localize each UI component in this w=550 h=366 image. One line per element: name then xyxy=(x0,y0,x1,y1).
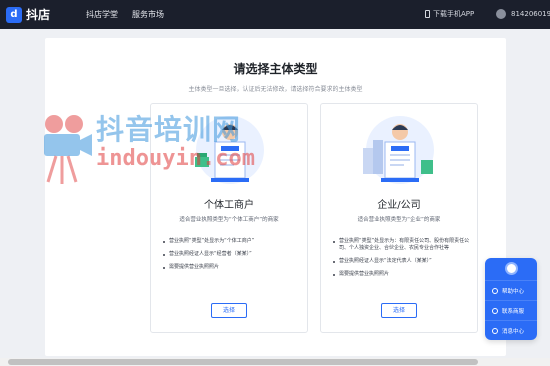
list-item: 营业执照“类型”处显示为：有限责任公司、股份有限责任公司、个人独资企业、合伙企业… xyxy=(333,238,473,252)
page-subtitle: 主体类型一旦选择，认证后无法修改，请选择符合要求的主体类型 xyxy=(188,86,363,93)
mobile-phone-icon xyxy=(425,10,430,18)
chat-icon xyxy=(492,307,498,314)
top-navigation-bar: d 抖店 抖店学堂 服务市场 下载手机APP 814206019 xyxy=(0,0,550,29)
message-center-button[interactable]: 消息中心 xyxy=(485,320,537,340)
avatar-icon xyxy=(496,9,506,19)
list-item: 需要提供营业执照照片 xyxy=(163,264,303,271)
help-panel: 帮助中心 联系商服 消息中心 xyxy=(485,258,537,340)
download-app-link[interactable]: 下载手机APP xyxy=(425,9,474,19)
list-item: 需要提供营业执照照片 xyxy=(333,271,473,278)
support-avatar-icon xyxy=(505,262,518,275)
app-logo[interactable]: d 抖店 xyxy=(6,6,50,23)
requirement-list: 营业执照“类型”处显示为：有限责任公司、股份有限责任公司、个人独资企业、合伙企业… xyxy=(333,238,473,284)
option-individual-business[interactable]: 个体工商户 适合营业执照类型为“个体工商户”的商家 营业执照“类型”处显示为“个… xyxy=(150,103,308,333)
option-description: 适合营业执照类型为“企业”的商家 xyxy=(357,217,441,223)
help-center-button[interactable]: 帮助中心 xyxy=(485,280,537,300)
message-center-label: 消息中心 xyxy=(502,328,525,335)
contact-support-button[interactable]: 联系商服 xyxy=(485,300,537,320)
option-enterprise[interactable]: 企业/公司 适合营业执照类型为“企业”的商家 营业执照“类型”处显示为：有限责任… xyxy=(320,103,478,333)
enterprise-certificate-illustration-icon xyxy=(363,116,434,184)
contact-support-label: 联系商服 xyxy=(502,308,525,315)
account-menu[interactable]: 814206019 xyxy=(496,9,550,19)
account-id: 814206019 xyxy=(511,10,550,18)
help-center-label: 帮助中心 xyxy=(502,288,525,295)
nav-link-service-market[interactable]: 服务市场 xyxy=(132,9,164,20)
requirement-list: 营业执照“类型”处显示为“个体工商户” 营业执照经证人显示“经营者（某某）” 需… xyxy=(163,238,303,277)
option-title: 企业/公司 xyxy=(377,200,421,211)
scrollbar-thumb[interactable] xyxy=(8,359,478,365)
list-item: 营业执照经证人显示“经营者（某某）” xyxy=(163,251,303,258)
help-panel-header xyxy=(485,258,537,280)
option-description: 适合营业执照类型为“个体工商户”的商家 xyxy=(179,217,279,223)
doudian-logo-icon: d xyxy=(6,6,22,23)
individual-certificate-illustration-icon xyxy=(195,116,264,184)
horizontal-scrollbar[interactable] xyxy=(0,358,550,366)
list-item: 营业执照“类型”处显示为“个体工商户” xyxy=(163,238,303,245)
help-icon xyxy=(492,287,498,294)
list-item: 营业执照经证人显示“法定代表人（某某）” xyxy=(333,258,473,265)
subject-type-card: 请选择主体类型 主体类型一旦选择，认证后无法修改，请选择符合要求的主体类型 个体… xyxy=(45,38,506,356)
option-title: 个体工商户 xyxy=(204,200,254,211)
bell-icon xyxy=(492,327,498,334)
select-individual-button[interactable]: 选择 xyxy=(211,303,247,318)
nav-link-academy[interactable]: 抖店学堂 xyxy=(86,9,118,20)
select-enterprise-button[interactable]: 选择 xyxy=(381,303,417,318)
app-title: 抖店 xyxy=(26,8,51,22)
page-title: 请选择主体类型 xyxy=(233,62,318,76)
download-app-label: 下载手机APP xyxy=(433,10,475,18)
